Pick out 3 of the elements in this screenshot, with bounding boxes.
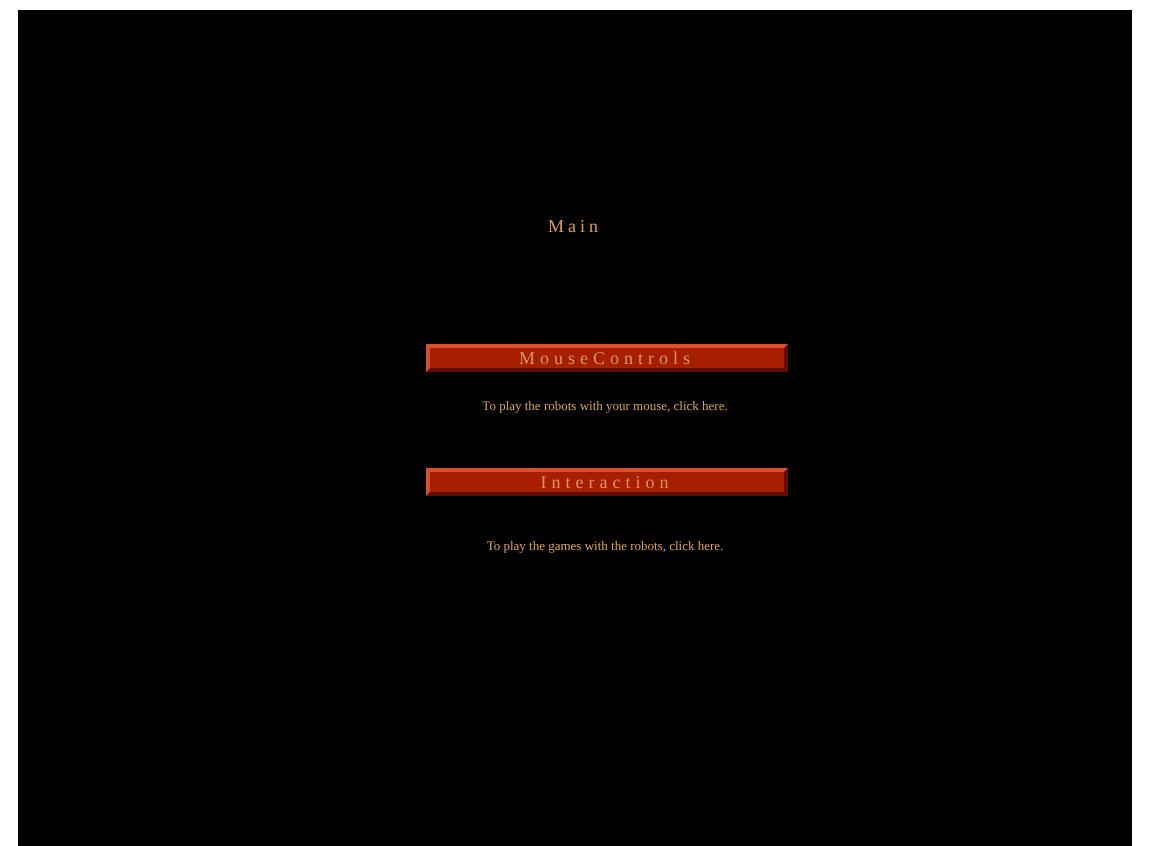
page-title: Main: [548, 214, 602, 238]
menu-button[interactable]: MouseControls: [426, 344, 788, 372]
menu-button[interactable]: Interaction: [426, 468, 788, 496]
